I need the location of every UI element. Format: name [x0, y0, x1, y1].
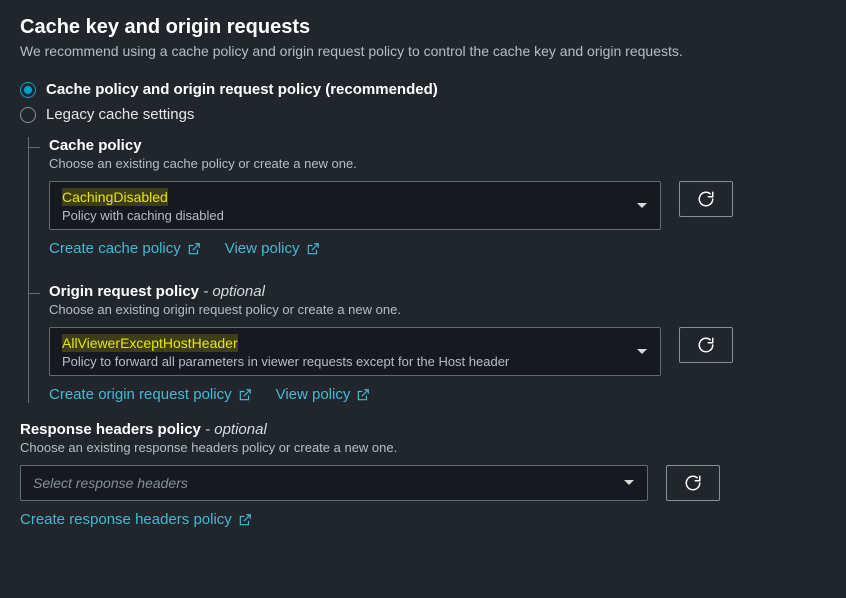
response-policy-placeholder: Select response headers — [33, 475, 607, 491]
external-link-icon — [356, 388, 370, 402]
origin-policy-select[interactable]: AllViewerExceptHostHeader Policy to forw… — [49, 327, 661, 376]
external-link-icon — [238, 388, 252, 402]
response-policy-desc: Choose an existing response headers poli… — [20, 440, 826, 455]
radio-legacy-label: Legacy cache settings — [46, 106, 194, 123]
response-policy-refresh-button[interactable] — [666, 465, 720, 501]
view-origin-policy-label: View policy — [276, 386, 351, 403]
external-link-icon — [238, 513, 252, 527]
view-cache-policy-label: View policy — [225, 240, 300, 257]
cache-policy-select[interactable]: CachingDisabled Policy with caching disa… — [49, 181, 661, 230]
policy-indent-block: Cache policy Choose an existing cache po… — [28, 137, 826, 403]
origin-policy-desc: Choose an existing origin request policy… — [49, 302, 826, 317]
create-response-policy-link[interactable]: Create response headers policy — [20, 511, 252, 528]
cache-policy-refresh-button[interactable] — [679, 181, 733, 217]
section-description: We recommend using a cache policy and or… — [20, 43, 826, 59]
origin-policy-refresh-button[interactable] — [679, 327, 733, 363]
origin-policy-group: Origin request policy - optional Choose … — [49, 283, 826, 403]
create-response-policy-label: Create response headers policy — [20, 511, 232, 528]
origin-policy-sub: Policy to forward all parameters in view… — [62, 354, 620, 369]
cache-mode-radio-group: Cache policy and origin request policy (… — [20, 81, 826, 123]
caret-down-icon — [623, 479, 635, 487]
caret-down-icon — [636, 202, 648, 210]
cache-policy-value: CachingDisabled — [62, 188, 168, 206]
cache-policy-group: Cache policy Choose an existing cache po… — [49, 137, 826, 257]
radio-unselected-icon — [20, 107, 36, 123]
response-policy-group: Response headers policy - optional Choos… — [20, 421, 826, 528]
origin-policy-value: AllViewerExceptHostHeader — [62, 334, 238, 352]
radio-selected-icon — [20, 82, 36, 98]
cache-policy-sub: Policy with caching disabled — [62, 208, 620, 223]
radio-recommended-label: Cache policy and origin request policy (… — [46, 81, 438, 98]
external-link-icon — [306, 242, 320, 256]
view-cache-policy-link[interactable]: View policy — [225, 240, 320, 257]
cache-policy-title: Cache policy — [49, 137, 826, 154]
origin-policy-title: Origin request policy - optional — [49, 283, 826, 300]
cache-policy-desc: Choose an existing cache policy or creat… — [49, 156, 826, 171]
external-link-icon — [187, 242, 201, 256]
radio-legacy[interactable]: Legacy cache settings — [20, 106, 826, 123]
create-cache-policy-link[interactable]: Create cache policy — [49, 240, 201, 257]
create-origin-policy-link[interactable]: Create origin request policy — [49, 386, 252, 403]
radio-recommended[interactable]: Cache policy and origin request policy (… — [20, 81, 826, 98]
create-origin-policy-label: Create origin request policy — [49, 386, 232, 403]
caret-down-icon — [636, 348, 648, 356]
response-policy-select[interactable]: Select response headers — [20, 465, 648, 501]
section-title: Cache key and origin requests — [20, 16, 826, 39]
view-origin-policy-link[interactable]: View policy — [276, 386, 371, 403]
create-cache-policy-label: Create cache policy — [49, 240, 181, 257]
response-policy-title: Response headers policy - optional — [20, 421, 826, 438]
